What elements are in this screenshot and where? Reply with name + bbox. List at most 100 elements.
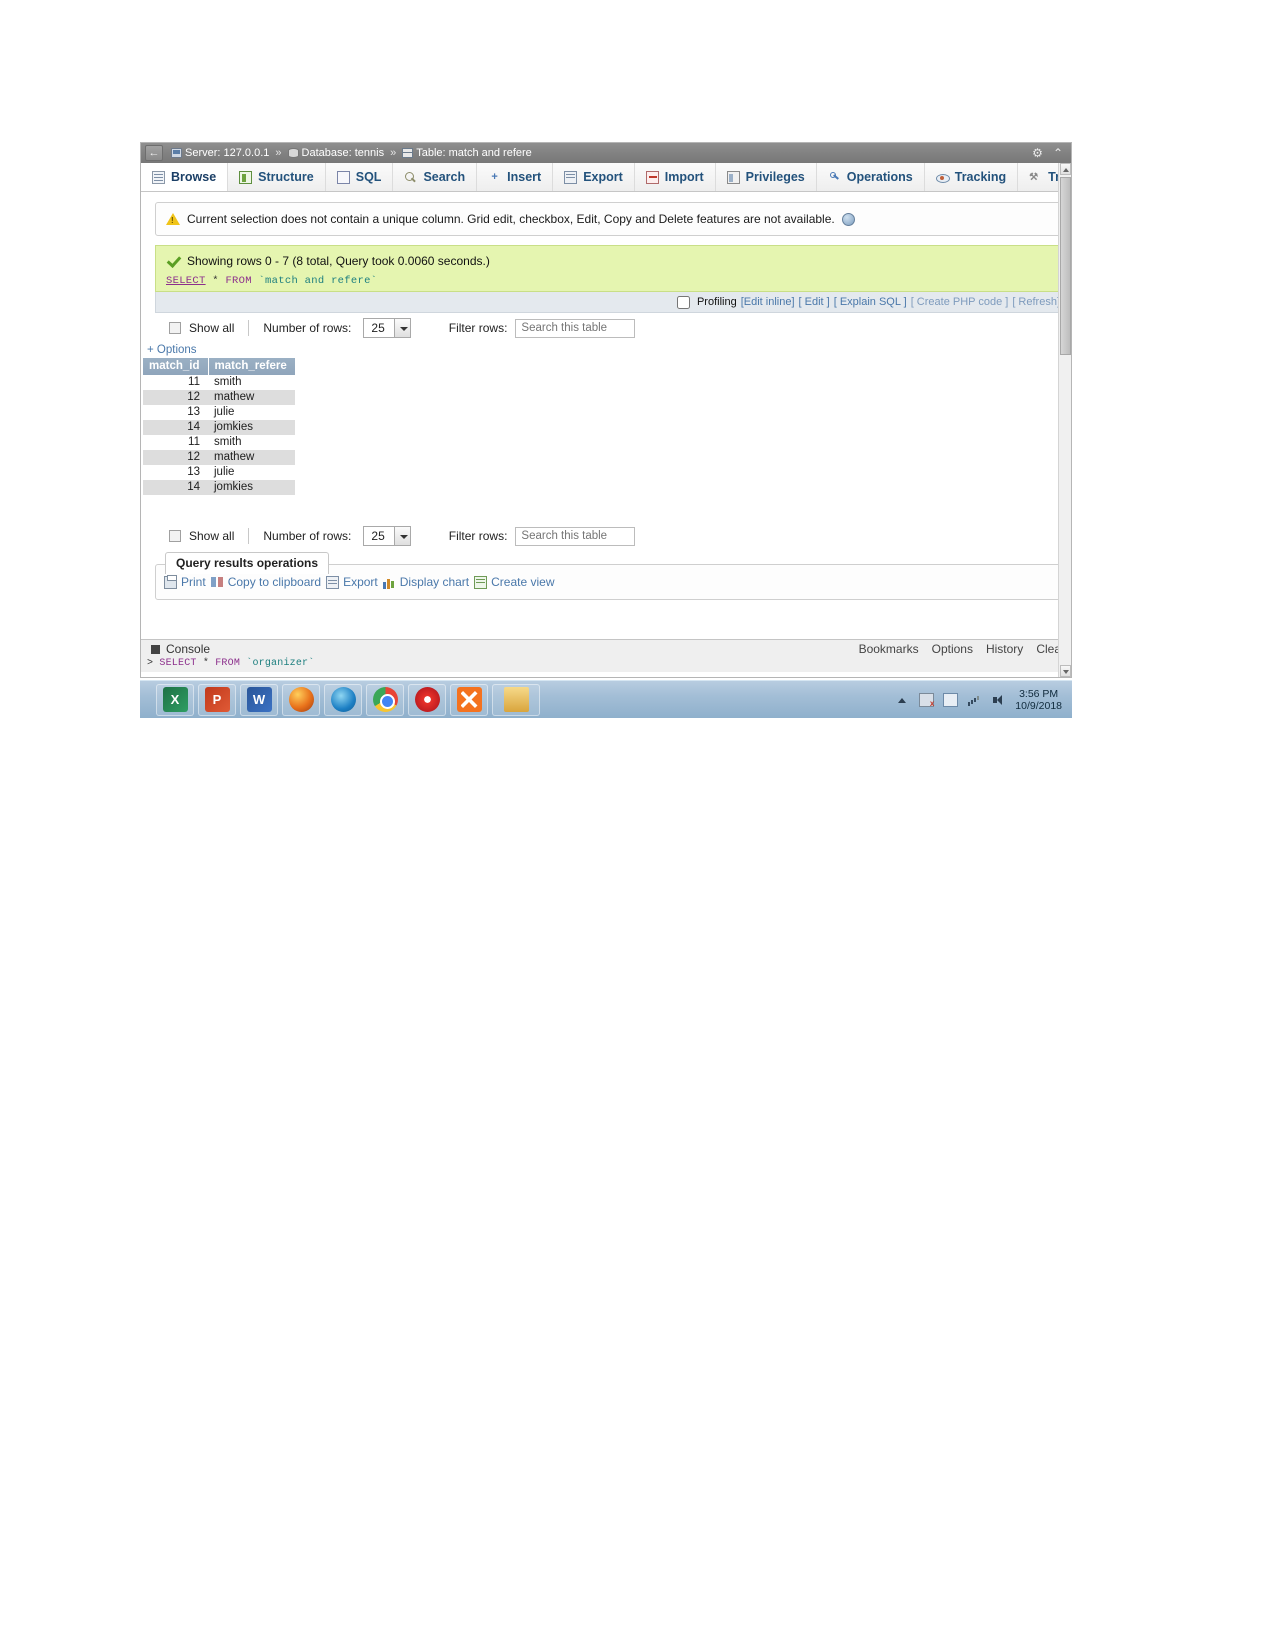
- windows-taskbar: X P W x 3:56 PM 10/9/2018: [140, 680, 1072, 718]
- table-row[interactable]: 13 julie: [143, 405, 296, 420]
- print-action[interactable]: Print: [164, 574, 206, 589]
- table-row[interactable]: 14 jomkies: [143, 480, 296, 495]
- powerpoint-icon: P: [204, 687, 230, 712]
- taskbar-app-powerpoint[interactable]: P: [198, 683, 236, 716]
- console-bookmarks-link[interactable]: Bookmarks: [859, 642, 919, 656]
- show-all-checkbox[interactable]: [169, 322, 181, 334]
- success-check-icon: [166, 254, 180, 268]
- taskbar-app-xampp[interactable]: [450, 683, 488, 716]
- filter-rows-label: Filter rows:: [448, 321, 508, 335]
- show-all-label: Show all: [189, 321, 235, 335]
- taskbar-app-opera[interactable]: [408, 683, 446, 716]
- action-center-icon[interactable]: [919, 692, 935, 708]
- explain-sql-link[interactable]: [ Explain SQL ]: [834, 296, 907, 308]
- table-row[interactable]: 12 mathew: [143, 450, 296, 465]
- table-row[interactable]: 11 smith: [143, 435, 296, 450]
- breadcrumb-database[interactable]: Database: tennis: [302, 147, 385, 159]
- scrollbar-thumb[interactable]: [1060, 177, 1071, 355]
- refresh-link[interactable]: [ Refresh]: [1012, 296, 1060, 308]
- notice-banner: Current selection does not contain a uni…: [155, 202, 1063, 236]
- table-row[interactable]: 13 julie: [143, 465, 296, 480]
- tab-search[interactable]: Search: [393, 163, 478, 191]
- create-php-code-link[interactable]: [ Create PHP code ]: [911, 296, 1009, 308]
- executed-sql: SELECT * FROM `match and refere`: [166, 275, 1052, 287]
- tab-privileges[interactable]: Privileges: [715, 163, 817, 191]
- column-header-match-refere[interactable]: match_refere: [208, 358, 296, 375]
- edit-link[interactable]: [ Edit ]: [799, 296, 830, 308]
- back-button[interactable]: ←: [145, 145, 163, 161]
- export-action[interactable]: Export: [326, 575, 378, 589]
- volume-icon[interactable]: [991, 693, 1006, 707]
- clock-date: 10/9/2018: [1015, 699, 1062, 712]
- table-row[interactable]: 12 mathew: [143, 390, 296, 405]
- collapse-icon[interactable]: ⌃: [1053, 146, 1063, 160]
- signal-icon[interactable]: [967, 693, 982, 707]
- word-icon: W: [246, 687, 272, 712]
- profiling-checkbox[interactable]: [676, 295, 690, 309]
- tab-export[interactable]: Export: [553, 163, 635, 191]
- network-icon[interactable]: [943, 692, 959, 707]
- tab-label: Export: [583, 170, 623, 184]
- import-icon: [645, 170, 659, 184]
- breadcrumb-server[interactable]: Server: 127.0.0.1: [185, 147, 269, 159]
- chevron-down-icon[interactable]: [393, 319, 410, 337]
- number-of-rows-value: 25: [371, 529, 385, 543]
- action-label: Print: [181, 575, 206, 589]
- console-history-link[interactable]: History: [986, 642, 1023, 656]
- cell-match-refere: jomkies: [208, 480, 296, 495]
- taskbar-clock[interactable]: 3:56 PM 10/9/2018: [1015, 688, 1062, 712]
- console-title[interactable]: Console: [151, 642, 210, 656]
- filter-rows-input[interactable]: [515, 526, 636, 546]
- notice-text: Current selection does not contain a uni…: [187, 212, 835, 226]
- create-view-action[interactable]: Create view: [474, 575, 554, 589]
- console-bar[interactable]: Console Bookmarks Options History Clear …: [141, 639, 1071, 672]
- table-row[interactable]: 11 smith: [143, 375, 296, 390]
- cell-match-refere: julie: [208, 405, 296, 420]
- tab-browse[interactable]: Browse: [141, 163, 229, 191]
- table-row[interactable]: 14 jomkies: [143, 420, 296, 435]
- query-results-operations: Query results operations Print Copy to c…: [155, 552, 1063, 600]
- sql-keyword-select[interactable]: SELECT: [166, 275, 206, 287]
- sql-table-name: `match and refere`: [258, 275, 378, 287]
- filter-rows-input[interactable]: [515, 318, 636, 338]
- scroll-down-button[interactable]: [1060, 665, 1071, 677]
- chrome-icon: [372, 687, 398, 712]
- tab-sql[interactable]: SQL: [325, 163, 394, 191]
- action-label: Copy to clipboard: [227, 575, 322, 589]
- result-summary: Showing rows 0 - 7 (8 total, Query took …: [166, 254, 1052, 268]
- tab-operations[interactable]: Operations: [816, 163, 925, 191]
- taskbar-app-file-explorer[interactable]: [492, 683, 540, 716]
- show-all-checkbox[interactable]: [169, 530, 181, 542]
- show-hidden-icons-icon[interactable]: [895, 693, 910, 707]
- options-toggle[interactable]: + Options: [141, 344, 1071, 356]
- tab-label: SQL: [355, 170, 382, 184]
- number-of-rows-value: 25: [371, 321, 385, 335]
- system-tray: 3:56 PM 10/9/2018: [895, 688, 1072, 712]
- tab-import[interactable]: Import: [634, 163, 716, 191]
- results-table: match_id match_refere 11 smith 12 mathew…: [143, 358, 296, 495]
- page-root: ← Server: 127.0.0.1 » Database: tennis »…: [0, 0, 1275, 1650]
- console-options-link[interactable]: Options: [932, 642, 973, 656]
- copy-to-clipboard-action[interactable]: Copy to clipboard: [210, 575, 322, 589]
- display-chart-action[interactable]: Display chart: [382, 575, 469, 589]
- breadcrumb-table[interactable]: Table: match and refere: [416, 147, 532, 159]
- chevron-down-icon[interactable]: [393, 527, 410, 545]
- gear-icon[interactable]: ⚙: [1032, 146, 1043, 160]
- divider: [248, 528, 250, 544]
- column-header-match-id[interactable]: match_id: [143, 358, 209, 375]
- number-of-rows-select[interactable]: 25: [363, 318, 411, 338]
- tab-structure[interactable]: Structure: [228, 163, 326, 191]
- number-of-rows-select[interactable]: 25: [363, 526, 411, 546]
- taskbar-app-firefox[interactable]: [282, 683, 320, 716]
- taskbar-app-chrome[interactable]: [366, 683, 404, 716]
- edit-inline-link[interactable]: [Edit inline]: [741, 296, 795, 308]
- scroll-up-button[interactable]: [1060, 163, 1071, 175]
- help-icon[interactable]: [841, 212, 855, 226]
- taskbar-app-word[interactable]: W: [240, 683, 278, 716]
- taskbar-app-internet-explorer[interactable]: [324, 683, 362, 716]
- taskbar-app-excel[interactable]: X: [156, 683, 194, 716]
- tab-insert[interactable]: + Insert: [477, 163, 554, 191]
- main-nav-tabs: Browse Structure SQL Search + Insert Exp…: [141, 163, 1071, 192]
- window-scrollbar[interactable]: [1058, 163, 1071, 677]
- tab-tracking[interactable]: Tracking: [924, 163, 1019, 191]
